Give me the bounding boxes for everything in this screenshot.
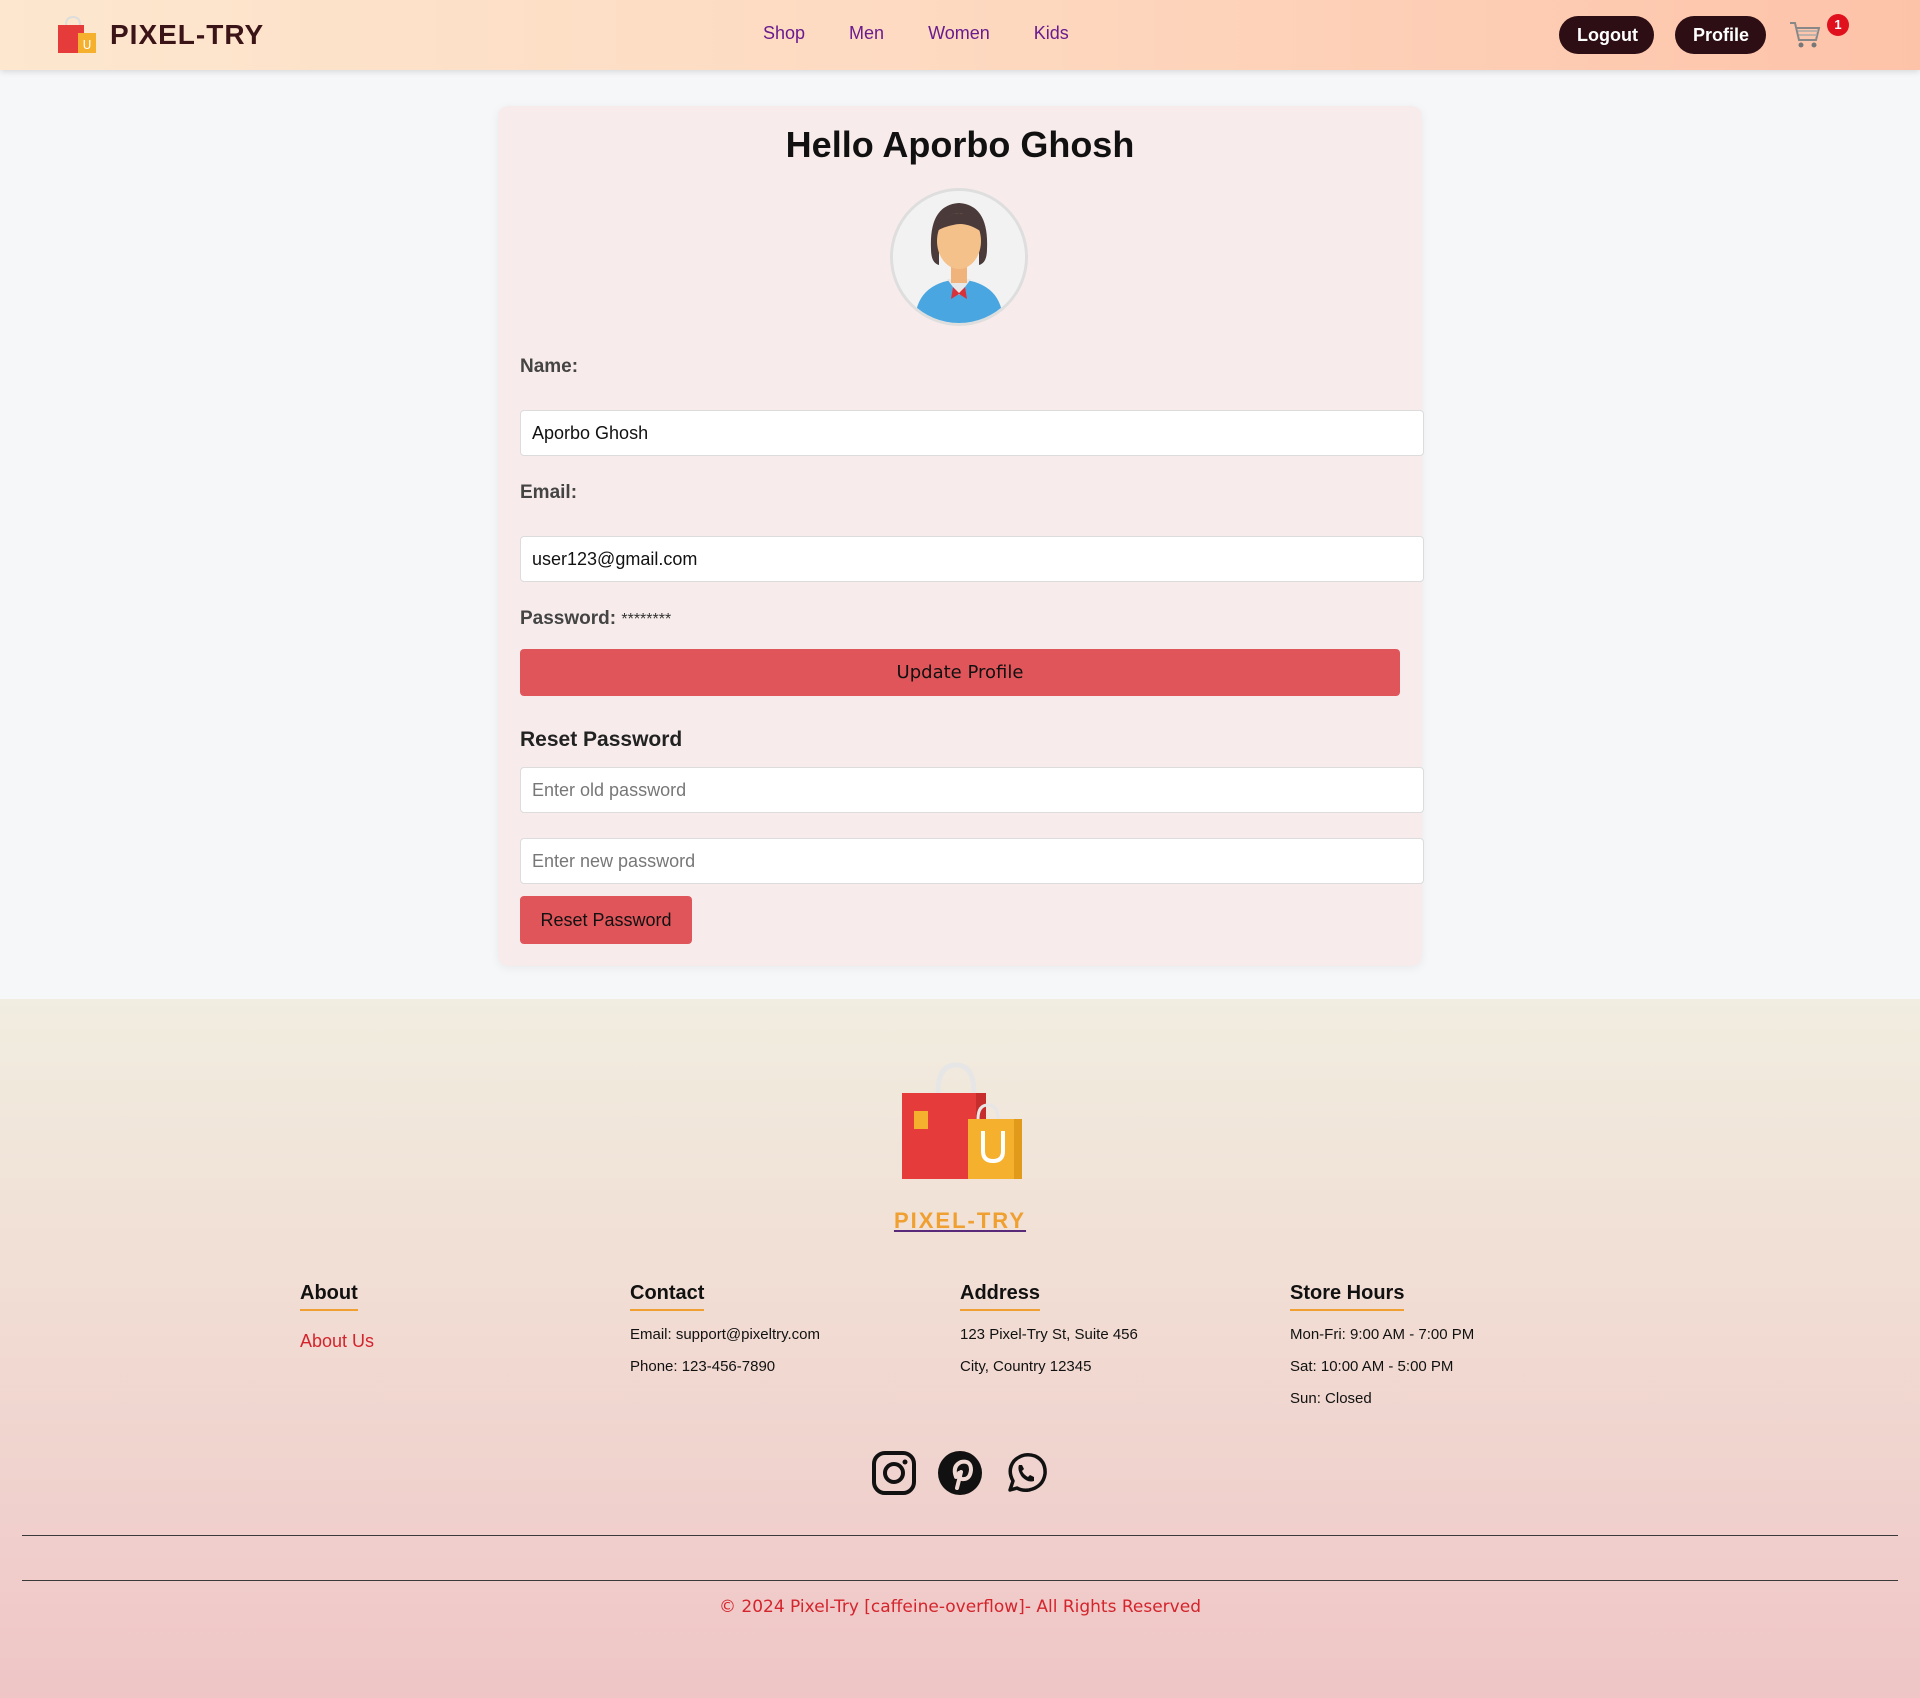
footer-divider-bottom xyxy=(22,1580,1898,1581)
profile-button[interactable]: Profile xyxy=(1675,16,1766,54)
hours-saturday: Sat: 10:00 AM - 5:00 PM xyxy=(1290,1358,1454,1375)
copyright-text: © 2024 Pixel-Try [caffeine-overflow]- Al… xyxy=(718,1597,1201,1617)
email-label: Email: xyxy=(520,482,578,503)
brand-name: PIXEL-TRY xyxy=(110,19,265,50)
main-nav: Shop Men Women Kids xyxy=(763,23,1069,44)
footer-about: About About Us xyxy=(300,1282,600,1352)
avatar xyxy=(890,188,1028,326)
update-profile-button[interactable]: Update Profile xyxy=(520,649,1400,696)
name-input[interactable] xyxy=(520,410,1424,456)
shopping-bags-logo-icon: U xyxy=(56,15,98,55)
profile-card: Hello Aporbo Ghosh Name: Email: Password… xyxy=(498,106,1424,966)
whatsapp-icon[interactable] xyxy=(1003,1450,1049,1496)
password-row: Password: ******** xyxy=(520,608,671,630)
nav-link-women[interactable]: Women xyxy=(928,23,990,44)
contact-phone: Phone: 123-456-7890 xyxy=(630,1358,776,1375)
cart-icon[interactable] xyxy=(1789,20,1821,50)
old-password-input[interactable] xyxy=(520,767,1424,813)
user-avatar-icon xyxy=(893,191,1025,323)
footer-address: Address 123 Pixel-Try St, Suite 456 City… xyxy=(960,1282,1260,1375)
address-title: Address xyxy=(960,1282,1041,1311)
footer-contact: Contact Email: support@pixeltry.com Phon… xyxy=(630,1282,930,1375)
address-line-1: 123 Pixel-Try St, Suite 456 xyxy=(960,1326,1138,1343)
hours-weekdays: Mon-Fri: 9:00 AM - 7:00 PM xyxy=(1290,1326,1475,1343)
reset-password-button[interactable]: Reset Password xyxy=(520,896,692,944)
nav-link-shop[interactable]: Shop xyxy=(763,23,805,44)
shopping-bags-footer-logo-icon xyxy=(896,1059,1024,1181)
footer-brand: PIXEL-TRY xyxy=(0,1208,1920,1234)
nav-link-kids[interactable]: Kids xyxy=(1034,23,1069,44)
footer-brand-link[interactable]: PIXEL-TRY xyxy=(894,1208,1026,1233)
email-input[interactable] xyxy=(520,536,1424,582)
navbar: U PIXEL-TRY Shop Men Women Kids Logout P… xyxy=(0,0,1920,70)
password-mask: ******** xyxy=(621,611,672,628)
about-title: About xyxy=(300,1282,358,1311)
logout-button[interactable]: Logout xyxy=(1559,16,1654,54)
store-hours-title: Store Hours xyxy=(1290,1282,1405,1311)
about-us-link[interactable]: About Us xyxy=(300,1331,600,1352)
password-label: Password: xyxy=(520,608,617,629)
cart-count-badge: 1 xyxy=(1827,14,1849,36)
instagram-icon[interactable] xyxy=(871,1450,917,1496)
contact-title: Contact xyxy=(630,1282,705,1311)
nav-link-men[interactable]: Men xyxy=(849,23,884,44)
address-line-2: City, Country 12345 xyxy=(960,1358,1092,1375)
footer: PIXEL-TRY About About Us Contact Email: … xyxy=(0,999,1920,1698)
brand[interactable]: U PIXEL-TRY xyxy=(56,14,264,56)
footer-divider-top xyxy=(22,1535,1898,1536)
contact-email: Email: support@pixeltry.com xyxy=(630,1326,821,1343)
hours-sunday: Sun: Closed xyxy=(1290,1390,1372,1407)
pinterest-icon[interactable] xyxy=(937,1450,983,1496)
reset-password-heading: Reset Password xyxy=(520,728,683,751)
profile-greeting: Hello Aporbo Ghosh xyxy=(785,124,1135,165)
svg-text:U: U xyxy=(83,38,92,52)
new-password-input[interactable] xyxy=(520,838,1424,884)
footer-store-hours: Store Hours Mon-Fri: 9:00 AM - 7:00 PM S… xyxy=(1290,1282,1590,1407)
name-label: Name: xyxy=(520,356,579,377)
